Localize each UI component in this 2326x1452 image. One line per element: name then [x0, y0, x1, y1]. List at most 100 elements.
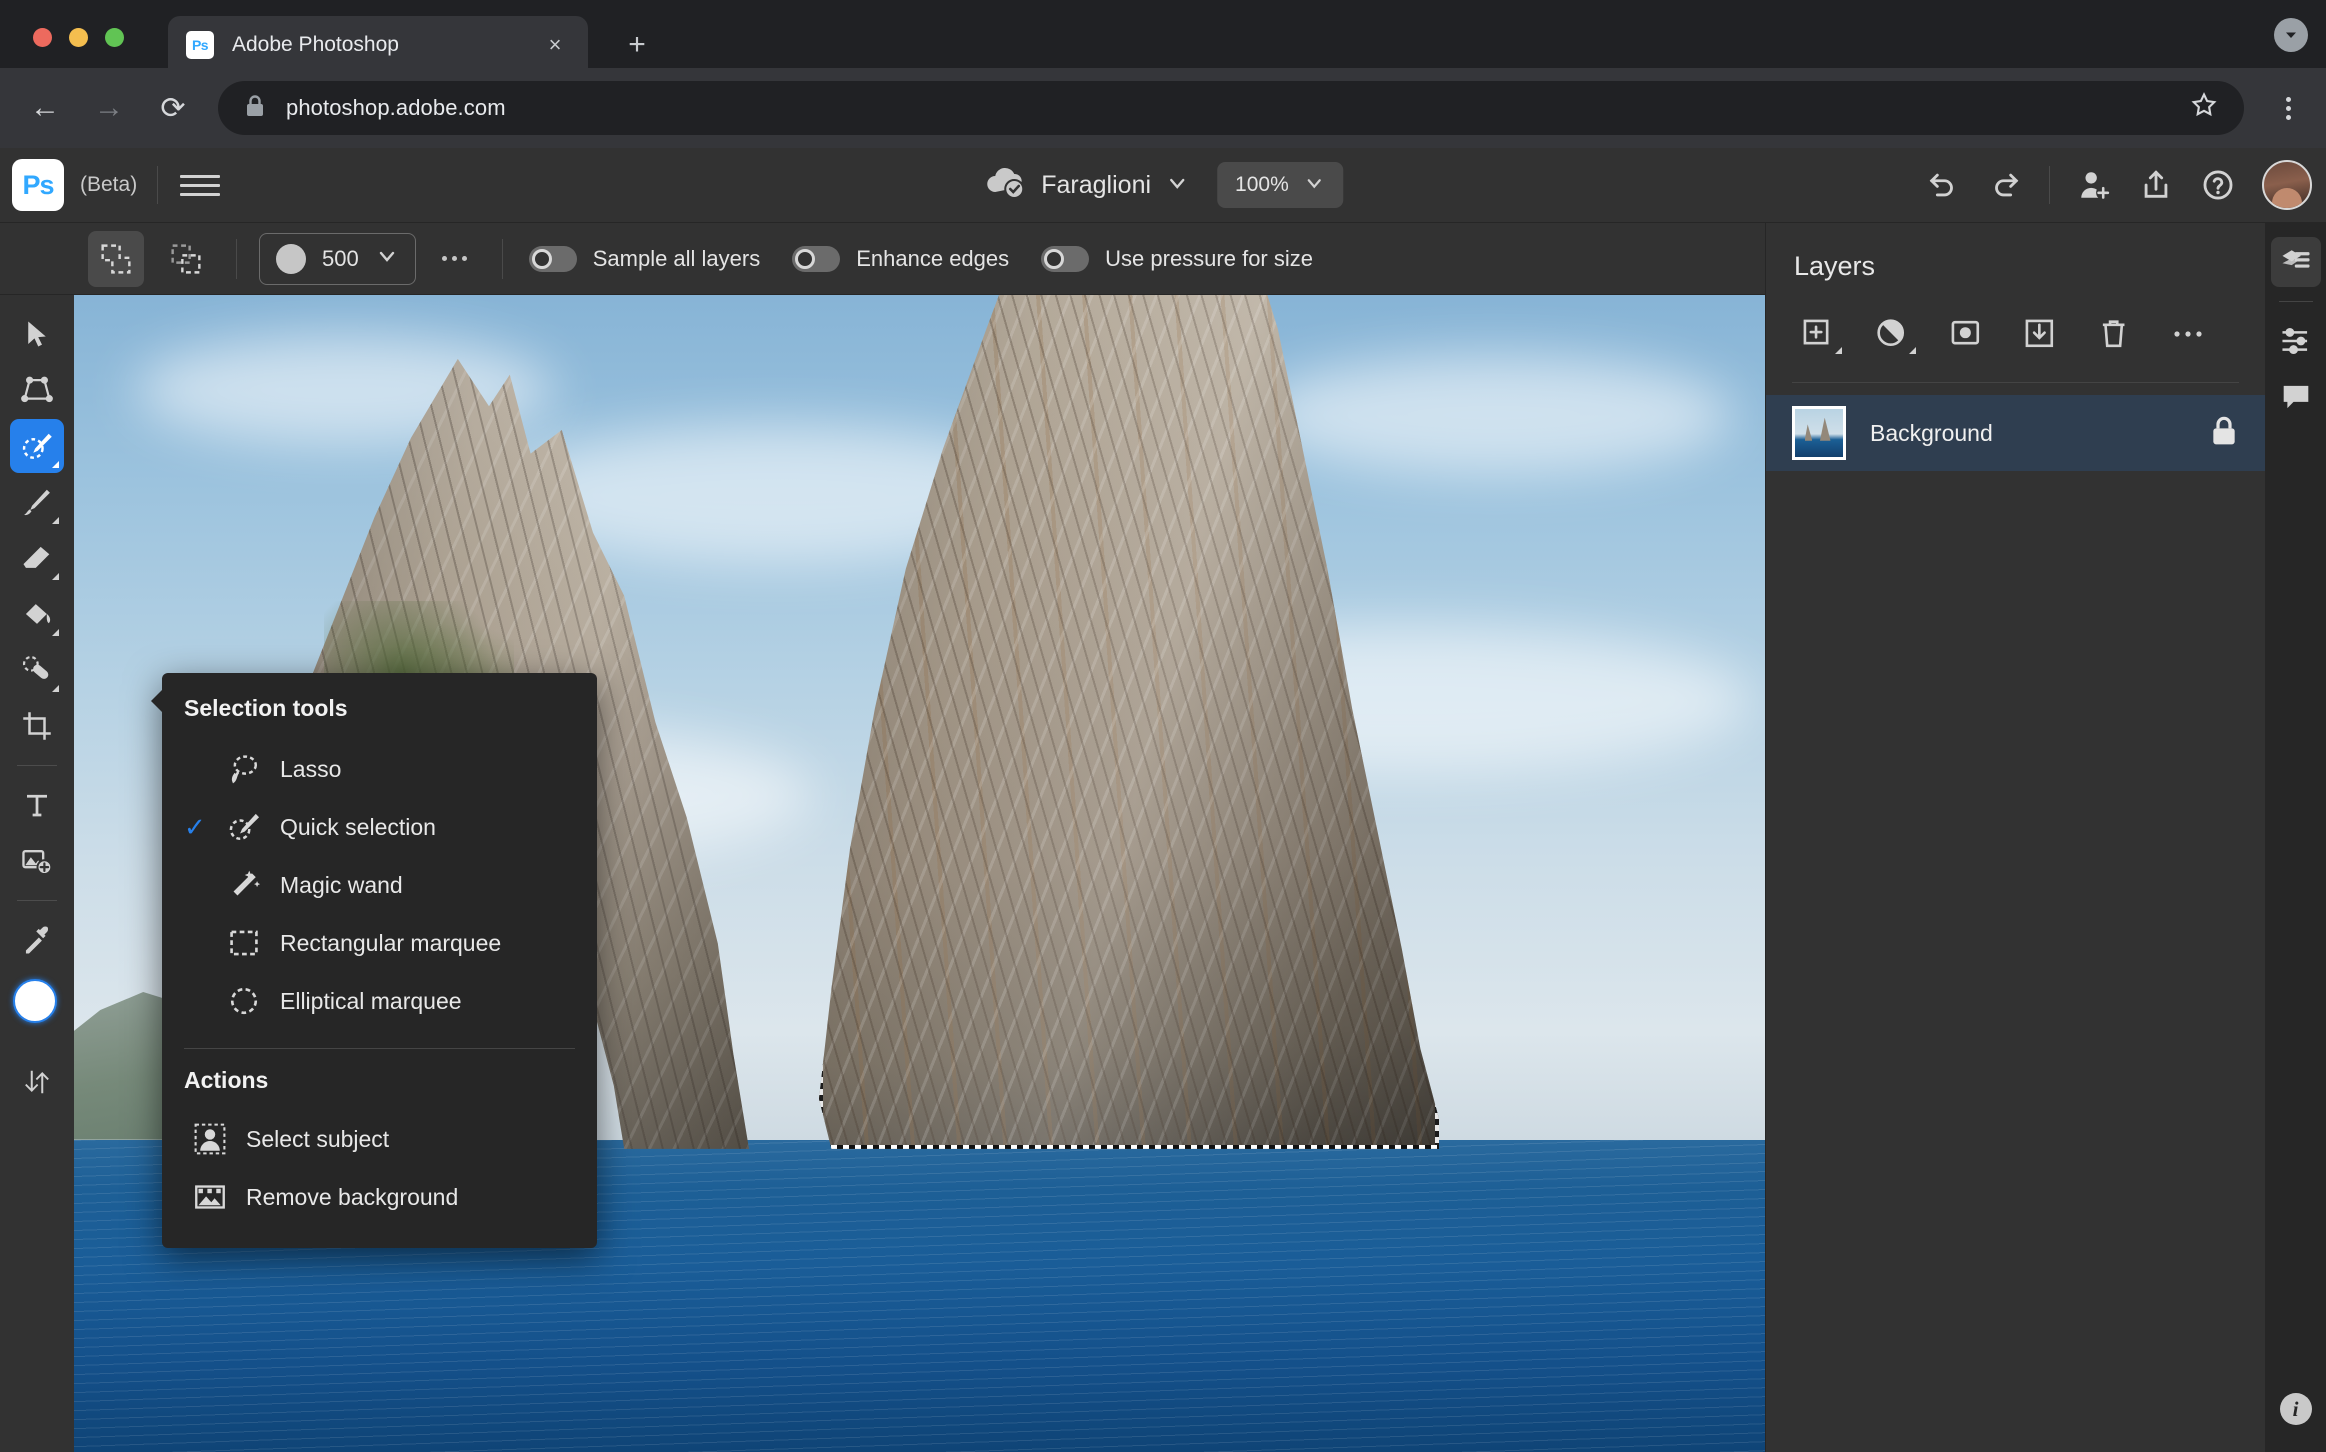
toggle-label: Use pressure for size [1105, 245, 1313, 271]
adjustment-layer-button[interactable] [1866, 308, 1918, 360]
close-icon[interactable]: × [540, 30, 570, 60]
brush-preview-icon [276, 243, 306, 274]
bookmark-star-icon[interactable] [2190, 91, 2218, 126]
toggle-sample-all-layers[interactable]: Sample all layers [528, 245, 760, 272]
lock-icon[interactable] [2209, 415, 2239, 452]
share-button[interactable] [2128, 157, 2184, 213]
reload-button[interactable]: ⟳ [150, 85, 196, 131]
selection-tools-flyout-menu: Selection tools Lasso ✓ Quick selection … [151, 673, 597, 1248]
menu-item-remove-background[interactable]: Remove background [162, 1168, 597, 1226]
document-menu-chevron-down-icon[interactable] [1165, 171, 1189, 200]
brush-size-value: 500 [322, 245, 359, 271]
menu-item-label: Lasso [280, 755, 342, 782]
beta-badge: (Beta) [80, 173, 138, 196]
thumb-rock-left [1804, 424, 1813, 441]
redo-button[interactable] [1977, 157, 2033, 213]
add-to-selection-button[interactable] [88, 230, 144, 287]
selection-mode-group [88, 230, 214, 287]
color-swatches[interactable] [7, 979, 67, 1053]
toggle-switch[interactable] [1041, 245, 1090, 272]
new-tab-button[interactable]: + [620, 28, 654, 62]
swap-colors-button[interactable] [10, 1055, 64, 1109]
brush-more-options-button[interactable] [430, 234, 480, 284]
user-avatar[interactable] [2262, 160, 2312, 210]
flyout-section-heading: Selection tools [184, 695, 348, 721]
thumb-rock-right [1819, 417, 1831, 441]
menu-item-label: Rectangular marquee [280, 929, 502, 956]
document-title-group: Faraglioni 100% [983, 162, 1343, 208]
quick-selection-icon [218, 810, 270, 844]
eyedropper-tool[interactable] [10, 913, 64, 967]
menu-item-label: Magic wand [280, 871, 403, 898]
toggle-switch[interactable] [528, 245, 577, 272]
transform-tool[interactable] [10, 363, 64, 417]
merge-down-button[interactable] [2014, 308, 2066, 360]
elliptical-marquee-icon [218, 984, 270, 1018]
move-tool[interactable] [10, 307, 64, 361]
eraser-tool[interactable] [10, 531, 64, 585]
delete-layer-button[interactable] [2088, 308, 2140, 360]
menu-item-rectangular-marquee[interactable]: Rectangular marquee [162, 914, 597, 972]
comments-panel-button[interactable] [2271, 372, 2321, 422]
menu-item-quick-selection[interactable]: ✓ Quick selection [162, 798, 597, 856]
help-button[interactable] [2190, 157, 2246, 213]
properties-panel-button[interactable] [2271, 316, 2321, 366]
options-divider [501, 238, 503, 279]
forward-button[interactable]: → [86, 85, 132, 131]
main-menu-button[interactable] [180, 165, 221, 205]
type-tool[interactable] [10, 778, 64, 832]
layer-row-background[interactable]: Background [1766, 395, 2265, 471]
info-button[interactable]: i [2273, 1386, 2319, 1432]
brush-size-selector[interactable]: 500 [259, 232, 416, 285]
tools-divider [17, 765, 57, 766]
brush-tool[interactable] [10, 475, 64, 529]
chevron-down-icon[interactable] [2274, 18, 2308, 52]
toggle-enhance-edges[interactable]: Enhance edges [792, 245, 1009, 272]
check-icon: ✓ [184, 811, 206, 842]
healing-brush-tool[interactable] [10, 643, 64, 697]
menu-item-elliptical-marquee[interactable]: Elliptical marquee [162, 972, 597, 1030]
back-button[interactable]: ← [22, 85, 68, 131]
menu-item-label: Remove background [246, 1183, 459, 1210]
menu-item-lasso[interactable]: Lasso [162, 740, 597, 798]
photoshop-favicon-icon: Ps [186, 31, 214, 59]
window-traffic-lights [33, 28, 124, 47]
menu-item-select-subject[interactable]: Select subject [162, 1110, 597, 1168]
crop-tool[interactable] [10, 699, 64, 753]
zoom-selector[interactable]: 100% [1217, 162, 1343, 208]
browser-omnibar: ← → ⟳ photoshop.adobe.com [0, 68, 2326, 148]
maximize-window-button[interactable] [105, 28, 124, 47]
magic-wand-icon [218, 868, 270, 902]
minimize-window-button[interactable] [69, 28, 88, 47]
layers-more-options-button[interactable] [2162, 308, 2214, 360]
layer-mask-button[interactable] [1940, 308, 1992, 360]
subtract-from-selection-button[interactable] [158, 231, 214, 287]
tool-flyout-indicator [52, 685, 59, 692]
tool-flyout-indicator [52, 461, 59, 468]
tools-divider [17, 900, 57, 901]
browser-menu-button[interactable] [2264, 96, 2312, 120]
close-window-button[interactable] [33, 28, 52, 47]
tool-flyout-indicator [52, 629, 59, 636]
invite-collaborator-button[interactable] [2066, 157, 2122, 213]
browser-tab[interactable]: Ps Adobe Photoshop × [168, 16, 588, 74]
address-bar[interactable]: photoshop.adobe.com [218, 81, 2244, 135]
menu-item-magic-wand[interactable]: Magic wand [162, 856, 597, 914]
place-image-tool[interactable] [10, 834, 64, 888]
foreground-color-swatch[interactable] [13, 979, 57, 1023]
canvas-area[interactable]: Selection tools Lasso ✓ Quick selection … [74, 295, 1790, 1452]
photoshop-logo-icon: Ps [12, 159, 64, 211]
layers-panel-button[interactable] [2270, 237, 2321, 287]
photoshop-header: Ps (Beta) Faraglioni 100% [0, 148, 2326, 223]
undo-button[interactable] [1915, 157, 1971, 213]
browser-tab-bar: Ps Adobe Photoshop × + [0, 0, 2326, 74]
add-layer-button[interactable] [1792, 308, 1844, 360]
quick-selection-tool[interactable] [10, 419, 64, 473]
cloud-shape [1254, 355, 1734, 475]
url-text: photoshop.adobe.com [286, 95, 506, 120]
panel-rail: i [2265, 223, 2326, 1452]
toggle-switch[interactable] [792, 245, 841, 272]
toggle-use-pressure-for-size[interactable]: Use pressure for size [1041, 245, 1313, 272]
zoom-chevron-down-icon [1303, 172, 1325, 199]
paint-bucket-tool[interactable] [10, 587, 64, 641]
